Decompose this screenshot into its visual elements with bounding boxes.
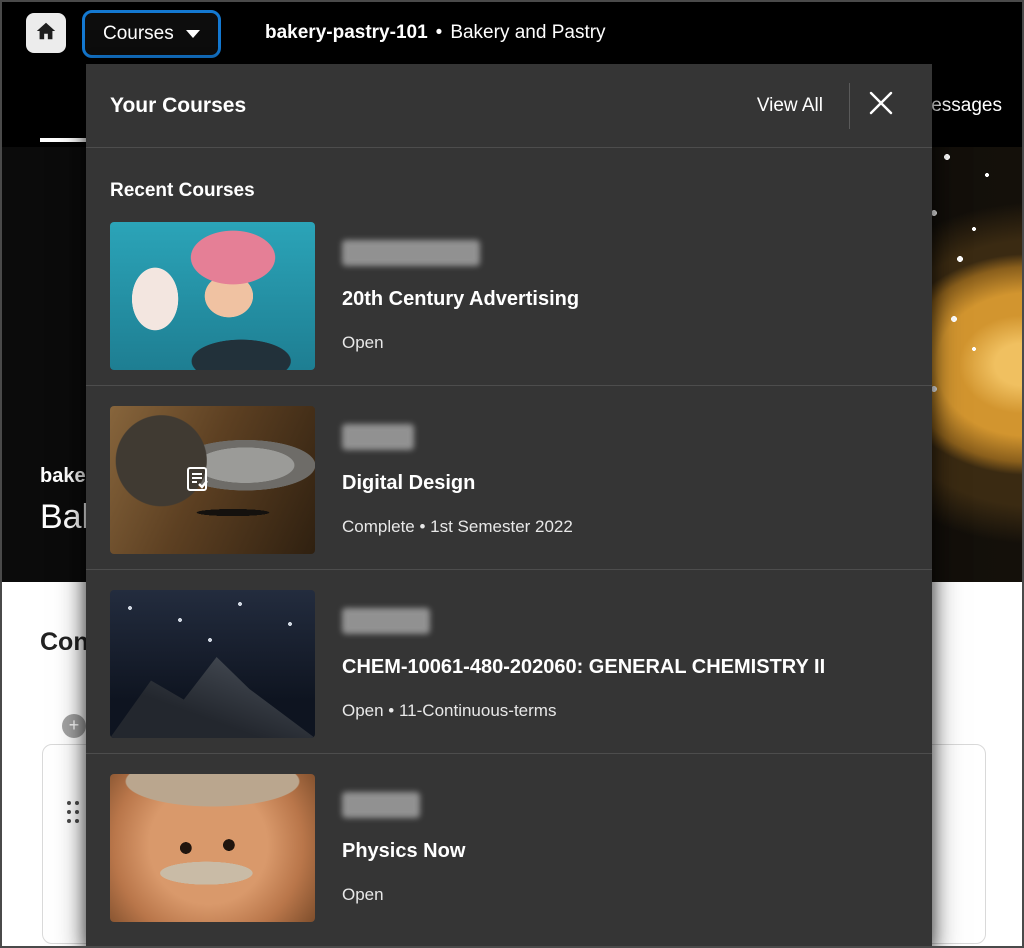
course-item-text: CHEM-10061-480-202060: GENERAL CHEMISTRY… bbox=[342, 608, 825, 721]
view-all-link[interactable]: View All bbox=[757, 95, 823, 117]
home-button[interactable] bbox=[26, 13, 66, 53]
mountain-art bbox=[110, 631, 315, 738]
close-button[interactable] bbox=[850, 82, 912, 130]
course-image-mountain bbox=[110, 590, 315, 738]
top-navbar: Courses bakery-pastry-101 • Bakery and P… bbox=[2, 2, 1022, 64]
app-window: Courses bakery-pastry-101 • Bakery and P… bbox=[0, 0, 1024, 948]
course-list-item[interactable]: CHEM-10061-480-202060: GENERAL CHEMISTRY… bbox=[110, 570, 908, 753]
course-list-item[interactable]: 20th Century Advertising Open bbox=[110, 202, 908, 385]
course-status: Open bbox=[342, 885, 465, 905]
course-item-text: Physics Now Open bbox=[342, 792, 465, 905]
blurred-course-code-badge bbox=[342, 424, 414, 450]
blurred-course-code-badge bbox=[342, 792, 420, 818]
course-status: Open bbox=[342, 333, 579, 353]
blurred-course-code-badge bbox=[342, 240, 480, 266]
course-status: Open • 11-Continuous-terms bbox=[342, 701, 825, 721]
recent-courses-list: 20th Century Advertising Open bbox=[86, 202, 932, 937]
add-button[interactable]: + bbox=[62, 714, 86, 738]
course-image-coffee-notebook bbox=[110, 406, 315, 554]
current-course-title: bakery-pastry-101 • Bakery and Pastry bbox=[265, 2, 606, 64]
chevron-down-icon bbox=[186, 30, 200, 38]
home-icon bbox=[35, 20, 57, 47]
dropdown-title: Your Courses bbox=[110, 94, 757, 118]
course-title: Digital Design bbox=[342, 472, 573, 495]
course-image-einstein bbox=[110, 774, 315, 922]
recent-courses-heading: Recent Courses bbox=[110, 180, 908, 202]
course-list-item[interactable]: Digital Design Complete • 1st Semester 2… bbox=[110, 386, 908, 569]
course-title: 20th Century Advertising bbox=[342, 288, 579, 311]
course-title: CHEM-10061-480-202060: GENERAL CHEMISTRY… bbox=[342, 656, 825, 679]
course-image-advertising bbox=[110, 222, 315, 370]
blurred-course-code-badge bbox=[342, 608, 430, 634]
course-item-text: 20th Century Advertising Open bbox=[342, 240, 579, 353]
your-courses-dropdown: Your Courses View All Recent Courses 20t… bbox=[86, 64, 932, 948]
course-name: Bakery and Pastry bbox=[450, 22, 605, 44]
course-list-item[interactable]: Physics Now Open bbox=[110, 754, 908, 937]
drag-handle-icon[interactable] bbox=[67, 801, 81, 825]
course-code: bakery-pastry-101 bbox=[265, 22, 428, 44]
course-template-icon bbox=[184, 465, 212, 498]
course-item-text: Digital Design Complete • 1st Semester 2… bbox=[342, 424, 573, 537]
course-title: Physics Now bbox=[342, 840, 465, 863]
courses-menu-button[interactable]: Courses bbox=[82, 10, 221, 58]
close-icon bbox=[868, 90, 894, 121]
bullet-separator: • bbox=[436, 22, 443, 44]
dropdown-header: Your Courses View All bbox=[86, 64, 932, 148]
course-status: Complete • 1st Semester 2022 bbox=[342, 517, 573, 537]
courses-button-label: Courses bbox=[103, 23, 174, 45]
